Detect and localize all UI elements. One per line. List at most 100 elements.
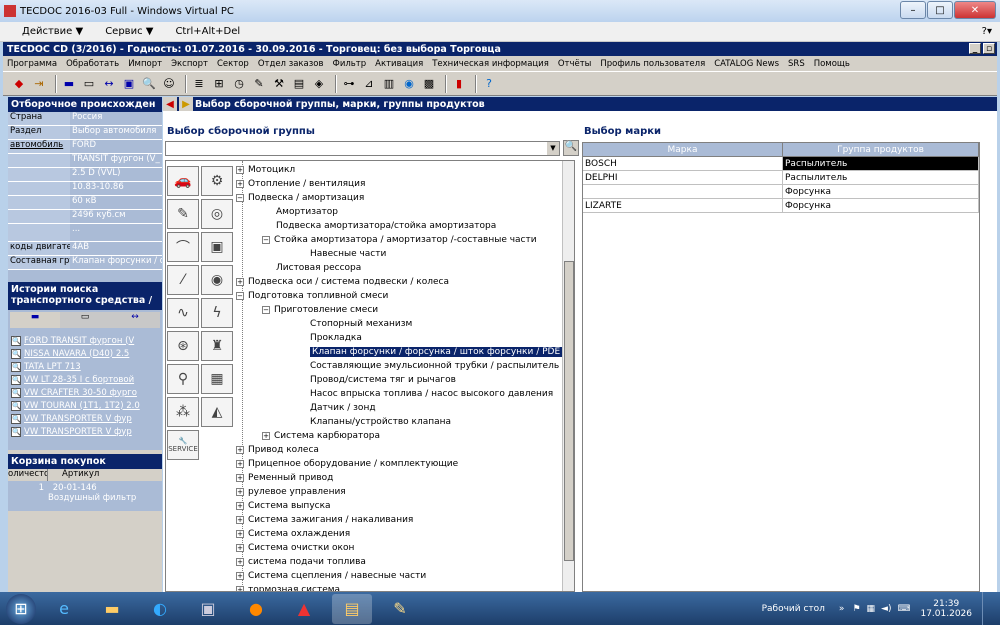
- expand-icon[interactable]: +: [236, 166, 244, 174]
- flag-icon[interactable]: ⚑: [852, 604, 860, 614]
- desktop-label[interactable]: Рабочий стол: [762, 604, 825, 614]
- list-item[interactable]: 🔍 NISSA NAVARA (D40) 2.5: [10, 347, 162, 360]
- tree-node[interactable]: Навесные части: [296, 247, 386, 261]
- pads-icon[interactable]: ▦: [201, 364, 233, 394]
- app-restore-button[interactable]: ▫: [983, 43, 995, 54]
- shock-icon[interactable]: ⁄: [167, 265, 199, 295]
- disc-icon[interactable]: ◎: [201, 199, 233, 229]
- maximize-button[interactable]: □: [927, 1, 953, 19]
- tree-node[interactable]: + Подвеска оси / система подвески / колес…: [236, 275, 449, 289]
- app-menu-reports[interactable]: Отчёты: [558, 59, 592, 69]
- pump-icon[interactable]: ▣: [201, 232, 233, 262]
- tecdoc-task-icon[interactable]: ✎: [380, 594, 420, 624]
- report-icon[interactable]: ▮: [451, 76, 467, 92]
- bulb-icon[interactable]: ⚲: [167, 364, 199, 394]
- user-search-icon[interactable]: ☺: [161, 76, 177, 92]
- edge-icon[interactable]: ◐: [140, 594, 180, 624]
- app-menu-import[interactable]: Импорт: [128, 59, 162, 69]
- table-row[interactable]: LIZARTE Форсунка: [583, 199, 979, 213]
- bearing-icon[interactable]: ◉: [201, 265, 233, 295]
- clock[interactable]: 21:39 17.01.2026: [920, 599, 972, 619]
- tab-engines[interactable]: ▭: [60, 312, 110, 328]
- tree-node[interactable]: Провод/система тяг и рычагов: [296, 373, 456, 387]
- expand-icon[interactable]: +: [236, 474, 244, 482]
- app-menu-sector[interactable]: Сектор: [217, 59, 249, 69]
- app-menu-profile[interactable]: Профиль пользователя: [600, 59, 705, 69]
- table-row[interactable]: Форсунка: [583, 185, 979, 199]
- help-icon[interactable]: ?▾: [982, 26, 992, 37]
- menu-ctrl-alt-del[interactable]: Ctrl+Alt+Del: [175, 26, 240, 37]
- axle-icon[interactable]: ↔: [101, 76, 117, 92]
- app-menu-activation[interactable]: Активация: [375, 59, 423, 69]
- parts-icon[interactable]: ⚙: [201, 166, 233, 196]
- tree-node[interactable]: − Стойка амортизатора / амортизатор /-сос…: [262, 233, 537, 247]
- engine-icon[interactable]: ▭: [81, 76, 97, 92]
- col-group[interactable]: Группа продуктов: [783, 143, 979, 157]
- minimize-button[interactable]: –: [900, 1, 926, 19]
- tree-node[interactable]: Составляющие эмульсионной трубки / распы…: [296, 359, 559, 373]
- dropdown-arrow-icon[interactable]: ▼: [547, 142, 559, 155]
- list-item[interactable]: 🔍 VW TRANSPORTER V фур: [10, 412, 162, 425]
- clock-icon[interactable]: ◷: [231, 76, 247, 92]
- chevron-up-icon[interactable]: »: [839, 604, 845, 614]
- reflector-icon[interactable]: ◭: [201, 397, 233, 427]
- app-menu-export[interactable]: Экспорт: [171, 59, 208, 69]
- print-icon[interactable]: ▩: [421, 76, 437, 92]
- tab-axles[interactable]: ↔: [110, 312, 160, 328]
- expand-icon[interactable]: +: [262, 432, 270, 440]
- cart-row[interactable]: 1 20-01-146 Воздушный фильтр: [8, 481, 162, 511]
- network-tray-icon[interactable]: ▦: [867, 604, 876, 614]
- tree-node[interactable]: + тормозная система: [236, 583, 340, 591]
- show-desktop-button[interactable]: [982, 592, 992, 625]
- app-menu-filter[interactable]: Фильтр: [333, 59, 367, 69]
- app-menu-process[interactable]: Обработать: [66, 59, 119, 69]
- tab-cars[interactable]: ▬: [10, 312, 60, 328]
- table-row[interactable]: DELPHI Распылитель: [583, 171, 979, 185]
- network-icon[interactable]: ⊶: [341, 76, 357, 92]
- diagram-icon[interactable]: ⊿: [361, 76, 377, 92]
- expand-icon[interactable]: +: [236, 544, 244, 552]
- expand-icon[interactable]: +: [236, 502, 244, 510]
- keyboard-icon[interactable]: ⌨: [897, 604, 910, 614]
- picture-icon[interactable]: ▤: [291, 76, 307, 92]
- vehicle-icon[interactable]: 🚗: [167, 166, 199, 196]
- tree-node[interactable]: − Приготовление смеси: [262, 303, 378, 317]
- col-brand[interactable]: Марка: [583, 143, 783, 157]
- tree-node[interactable]: + Система зажигания / накаливания: [236, 513, 413, 527]
- collapse-icon[interactable]: −: [262, 236, 270, 244]
- brake-icon[interactable]: ✎: [167, 199, 199, 229]
- list-item[interactable]: 🔍 VW CRAFTER 30-50 фурго: [10, 386, 162, 399]
- expand-icon[interactable]: +: [236, 516, 244, 524]
- tree-node[interactable]: − Подготовка топливной смеси: [236, 289, 388, 303]
- assembly-search-input[interactable]: ▼: [165, 141, 560, 156]
- start-button[interactable]: ⊞: [6, 593, 36, 624]
- tree-node[interactable]: + Система очистки окон: [236, 541, 354, 555]
- collapse-icon[interactable]: −: [236, 194, 244, 202]
- ie-icon[interactable]: e: [44, 594, 84, 624]
- truck-icon[interactable]: ▣: [121, 76, 137, 92]
- save-disk-icon[interactable]: ▣: [188, 594, 228, 624]
- car-icon[interactable]: ▬: [61, 76, 77, 92]
- exit-icon[interactable]: ⇥: [31, 76, 47, 92]
- app-menu-srs[interactable]: SRS: [788, 59, 805, 69]
- back-arrow-icon[interactable]: ◀: [163, 97, 177, 111]
- tree-node[interactable]: Листовая рессора: [262, 261, 361, 275]
- tree-node[interactable]: + Система карбюратора: [262, 429, 380, 443]
- tree-node[interactable]: + Прицепное оборудование / комплектующие: [236, 457, 458, 471]
- tree-node[interactable]: Подвеска амортизатора/стойка амортизатор…: [262, 219, 496, 233]
- collapse-icon[interactable]: −: [262, 306, 270, 314]
- expand-icon[interactable]: +: [236, 558, 244, 566]
- list-item[interactable]: 🔍 VW TOURAN (1T1, 1T2) 2.0: [10, 399, 162, 412]
- tree-node[interactable]: Прокладка: [296, 331, 362, 345]
- tree-node[interactable]: Насос впрыска топлива / насос высокого д…: [296, 387, 553, 401]
- menu-action[interactable]: Действие ▼: [22, 26, 83, 37]
- cart-icon[interactable]: ⊞: [211, 76, 227, 92]
- seat-icon[interactable]: ♜: [201, 331, 233, 361]
- tree-node[interactable]: Стопорный механизм: [296, 317, 412, 331]
- hose-icon[interactable]: ∿: [167, 298, 199, 328]
- close-button[interactable]: ✕: [954, 1, 996, 19]
- pdf-icon[interactable]: ▲: [284, 594, 324, 624]
- search-icon[interactable]: 🔍: [141, 76, 157, 92]
- tree-node[interactable]: + Ременный привод: [236, 471, 333, 485]
- tree-node[interactable]: Клапаны/устройство клапана: [296, 415, 451, 429]
